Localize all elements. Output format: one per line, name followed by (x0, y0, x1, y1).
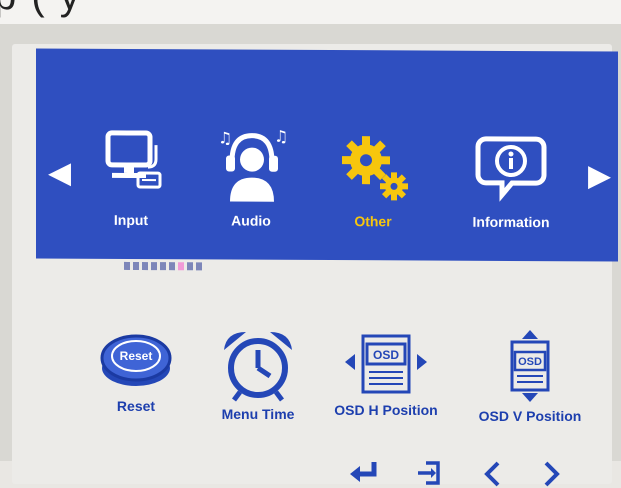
right-key[interactable] (542, 460, 562, 488)
enter-icon (348, 460, 378, 484)
option-label: Reset (66, 398, 206, 414)
osd-h-position-icon: OSD (341, 328, 431, 398)
osd-v-position-icon: OSD (500, 328, 560, 404)
nav-left-arrow[interactable]: ◀ (48, 159, 71, 189)
svg-text:♫: ♫ (274, 127, 288, 146)
page-indicator-dot (160, 262, 166, 270)
tab-label: Information (456, 214, 566, 231)
headphones-person-icon: ♫ ♫ (196, 125, 306, 206)
option-menu-time[interactable]: Menu Time (188, 328, 328, 422)
page-indicator-dot (133, 262, 139, 270)
osd-v-icon-text: OSD (518, 356, 542, 368)
reset-icon: Reset (98, 328, 174, 394)
tab-input[interactable]: Input (76, 125, 186, 229)
osd-h-icon-text: OSD (373, 348, 399, 362)
page-indicator-dot (169, 262, 175, 270)
tab-label: Input (76, 212, 186, 229)
page-indicator-dot-active (178, 262, 184, 270)
page-indicator-dot (151, 262, 157, 270)
background-text: p ( y (0, 0, 82, 19)
tab-label: Audio (196, 212, 306, 229)
page-indicator-dot (142, 262, 148, 270)
tab-label: Other (318, 213, 428, 230)
category-menu-bar: ◀ ▶ Input ♫ ♫ (36, 48, 618, 261)
left-key[interactable] (482, 460, 502, 488)
monitor-bezel: ◀ ▶ Input ♫ ♫ (0, 24, 621, 461)
page-indicator-dot (124, 262, 130, 270)
info-bubble-icon (456, 127, 566, 208)
exit-icon (416, 460, 442, 486)
alarm-clock-icon (218, 328, 298, 402)
page-indicator-dot (196, 262, 202, 270)
svg-text:♫: ♫ (218, 128, 232, 147)
gears-icon (318, 126, 428, 207)
page-indicator-dot (187, 262, 193, 270)
page-indicator (124, 257, 205, 265)
enter-key[interactable] (348, 460, 378, 484)
tab-audio[interactable]: ♫ ♫ Audio (196, 125, 306, 229)
tab-information[interactable]: Information (456, 127, 566, 231)
chevron-left-icon (482, 460, 502, 488)
option-osd-h-position[interactable]: OSD OSD H Position (316, 328, 456, 418)
option-osd-v-position[interactable]: OSD OSD V Position (460, 328, 600, 424)
tab-other[interactable]: Other (318, 126, 428, 230)
osd-screen: ◀ ▶ Input ♫ ♫ (12, 44, 612, 484)
nav-right-arrow[interactable]: ▶ (588, 161, 611, 191)
background-text-strip: p ( y (0, 0, 621, 24)
reset-icon-text: Reset (120, 349, 153, 363)
chevron-right-icon (542, 460, 562, 488)
option-label: Menu Time (188, 406, 328, 422)
option-label: OSD H Position (316, 402, 456, 418)
option-label: OSD V Position (460, 408, 600, 424)
monitor-keyboard-icon (76, 125, 186, 206)
exit-key[interactable] (416, 460, 442, 486)
option-reset[interactable]: Reset Reset (66, 328, 206, 414)
